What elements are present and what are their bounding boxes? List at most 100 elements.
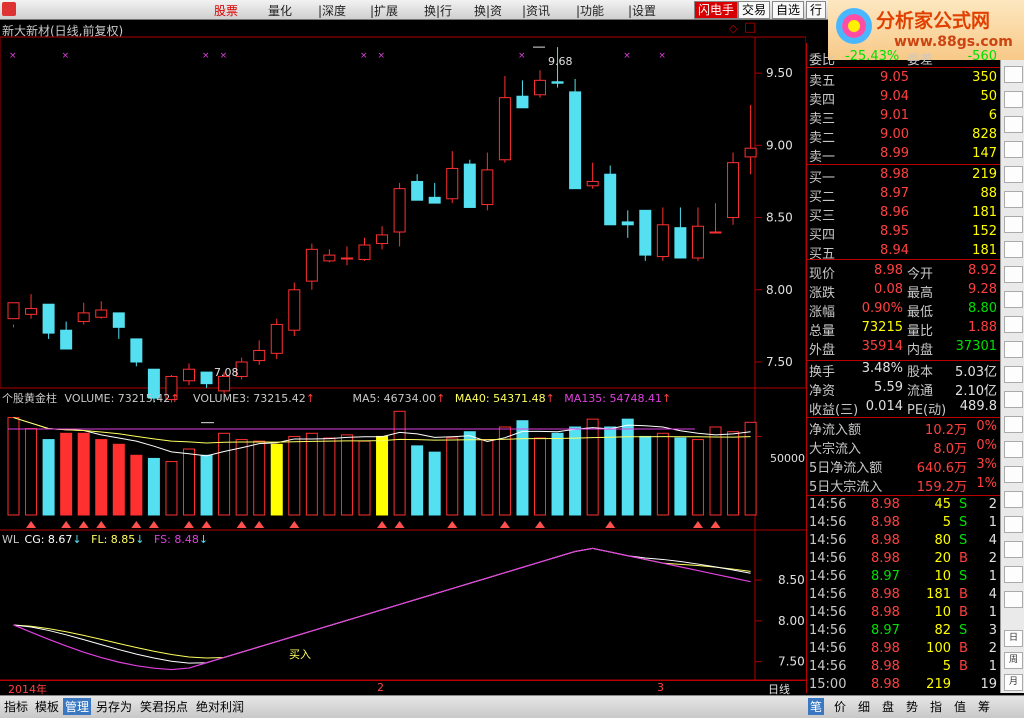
toolstrip-tool-icon[interactable] (1004, 166, 1023, 183)
volume-bar (358, 440, 371, 516)
quote-tab-3[interactable]: 盘 (880, 698, 896, 715)
date-label-feb: 2 (377, 681, 384, 694)
volume-up-arrow (61, 521, 72, 528)
toolstrip-tool-icon[interactable] (1004, 141, 1023, 158)
volume-up-arrow (692, 521, 703, 528)
order-book-row: 买四 8.95 152 (809, 224, 997, 243)
candle-body (639, 209, 652, 256)
tick-count: 3 (988, 623, 997, 638)
tab-save-as[interactable]: 另存为 (94, 698, 134, 715)
tick-count: 2 (988, 551, 997, 566)
period-month-icon[interactable]: 月 (1004, 674, 1023, 691)
order-level-label: 卖二 (809, 131, 836, 146)
tab-template[interactable]: 模板 (33, 698, 61, 715)
volume-bar (323, 437, 336, 516)
tab-manage[interactable]: 管理 (63, 698, 92, 715)
stat-label-2: 今开 (907, 267, 934, 282)
toolstrip-tool-icon[interactable] (1004, 341, 1023, 358)
period-week-icon[interactable]: 周 (1004, 652, 1023, 669)
tick-side: B (959, 587, 968, 602)
toolstrip-tool-icon[interactable] (1004, 466, 1023, 483)
brand-title: 分析家公式网 (876, 10, 991, 32)
volume-bar (305, 432, 318, 516)
candle-body (25, 308, 38, 315)
quote-tab-5[interactable]: 指 (928, 698, 944, 715)
date-axis: 2014年 2 3 日线 (0, 680, 806, 696)
candle-body (446, 167, 459, 200)
tick-time: 14:56 (809, 533, 847, 548)
candle-body (428, 196, 441, 204)
candle-body (744, 147, 757, 158)
toolstrip-tool-icon[interactable] (1004, 441, 1023, 458)
toolstrip-tool-icon[interactable] (1004, 541, 1023, 558)
tab-absolute-profit[interactable]: 绝对利润 (194, 698, 246, 715)
toolstrip-tool-icon[interactable] (1004, 316, 1023, 333)
stat-value-2: 1.88 (968, 320, 997, 335)
quote-tab-6[interactable]: 值 (952, 698, 968, 715)
volume-bar (200, 454, 213, 516)
tick-count: 2 (988, 641, 997, 656)
tab-indicator[interactable]: 指标 (2, 698, 30, 715)
tick-qty: 100 (926, 641, 951, 656)
tick-row: 14:56 8.98 5 B 1 (809, 659, 997, 677)
quote-tab-2[interactable]: 细 (856, 698, 872, 715)
toolstrip-tool-icon[interactable] (1004, 366, 1023, 383)
quote-tab-0[interactable]: 笔 (808, 698, 825, 715)
toolstrip-tool-icon[interactable] (1004, 216, 1023, 233)
volume-up-arrow (131, 521, 142, 528)
volume-up-arrow (236, 521, 247, 528)
toolstrip-tool-icon[interactable] (1004, 291, 1023, 308)
stat-row: 总量 73215 量比 1.88 (809, 320, 997, 339)
stat-value-2: 9.28 (968, 282, 997, 297)
toolstrip-tool-icon[interactable] (1004, 191, 1023, 208)
toolstrip-tool-icon[interactable] (1004, 116, 1023, 133)
fund-flow-row: 5日大宗流入 159.2万 1% (809, 476, 997, 495)
tick-time: 14:56 (809, 569, 847, 584)
ma135-value: MA135: 54748.41 (564, 392, 662, 405)
tick-qty: 5 (942, 515, 951, 530)
row-button[interactable]: 行 (806, 1, 827, 19)
order-level-label: 买四 (809, 228, 836, 243)
chart-area[interactable]: 9.50 9.00 8.50 8.00 7.50 × × × × × × × × × 8.50 8.00 7… (0, 0, 806, 680)
volume-header: 个股黄金柱 VOLUME: 73215.42↑ VOLUME3: 73215.4… (2, 392, 672, 405)
toolstrip-tool-icon[interactable] (1004, 416, 1023, 433)
volume-bar (25, 428, 38, 516)
toolstrip-tool-icon[interactable] (1004, 516, 1023, 533)
tick-row: 14:56 8.97 10 S 1 (809, 569, 997, 587)
fund-flow-row: 净流入额 10.2万 0% (809, 419, 997, 438)
indicator-tick-label: 8.50 (778, 573, 805, 587)
candle-body (7, 302, 20, 320)
tick-price: 8.97 (871, 569, 900, 584)
tick-row: 14:56 8.98 100 B 2 (809, 641, 997, 659)
tab-xiaojun-turn[interactable]: 笑君拐点 (138, 698, 190, 715)
volume-bar (428, 451, 441, 516)
tick-count: 1 (988, 605, 997, 620)
candle-body (60, 329, 73, 350)
order-book-row: 买二 8.97 88 (809, 186, 997, 205)
toolstrip-tool-icon[interactable] (1004, 591, 1023, 608)
price-tick-label: 9.00 (766, 138, 793, 152)
stat-label: 总量 (809, 324, 836, 339)
top-marker: × (378, 51, 386, 61)
quote-tab-7[interactable]: 筹 (976, 698, 992, 715)
toolstrip-tool-icon[interactable] (1004, 66, 1023, 83)
order-qty: 350 (972, 70, 997, 85)
order-book-row: 卖一 8.99 147 (809, 146, 997, 165)
order-qty: 152 (972, 224, 997, 239)
toolstrip-tool-icon[interactable] (1004, 391, 1023, 408)
order-level-label: 卖四 (809, 93, 836, 108)
toolstrip-tool-icon[interactable] (1004, 491, 1023, 508)
volume-bar (393, 410, 406, 516)
volume-up-arrow (710, 521, 721, 528)
period-day-icon[interactable]: 日 (1004, 630, 1023, 647)
toolstrip-tool-icon[interactable] (1004, 266, 1023, 283)
tick-price: 8.98 (871, 551, 900, 566)
toolstrip-tool-icon[interactable] (1004, 241, 1023, 258)
toolstrip-tool-icon[interactable] (1004, 566, 1023, 583)
candle-body (516, 95, 529, 109)
toolstrip-tool-icon[interactable] (1004, 91, 1023, 108)
candle-body (130, 338, 143, 363)
quote-tab-1[interactable]: 价 (832, 698, 848, 715)
quote-tab-4[interactable]: 势 (904, 698, 920, 715)
price-tick-label: 9.50 (766, 66, 793, 80)
